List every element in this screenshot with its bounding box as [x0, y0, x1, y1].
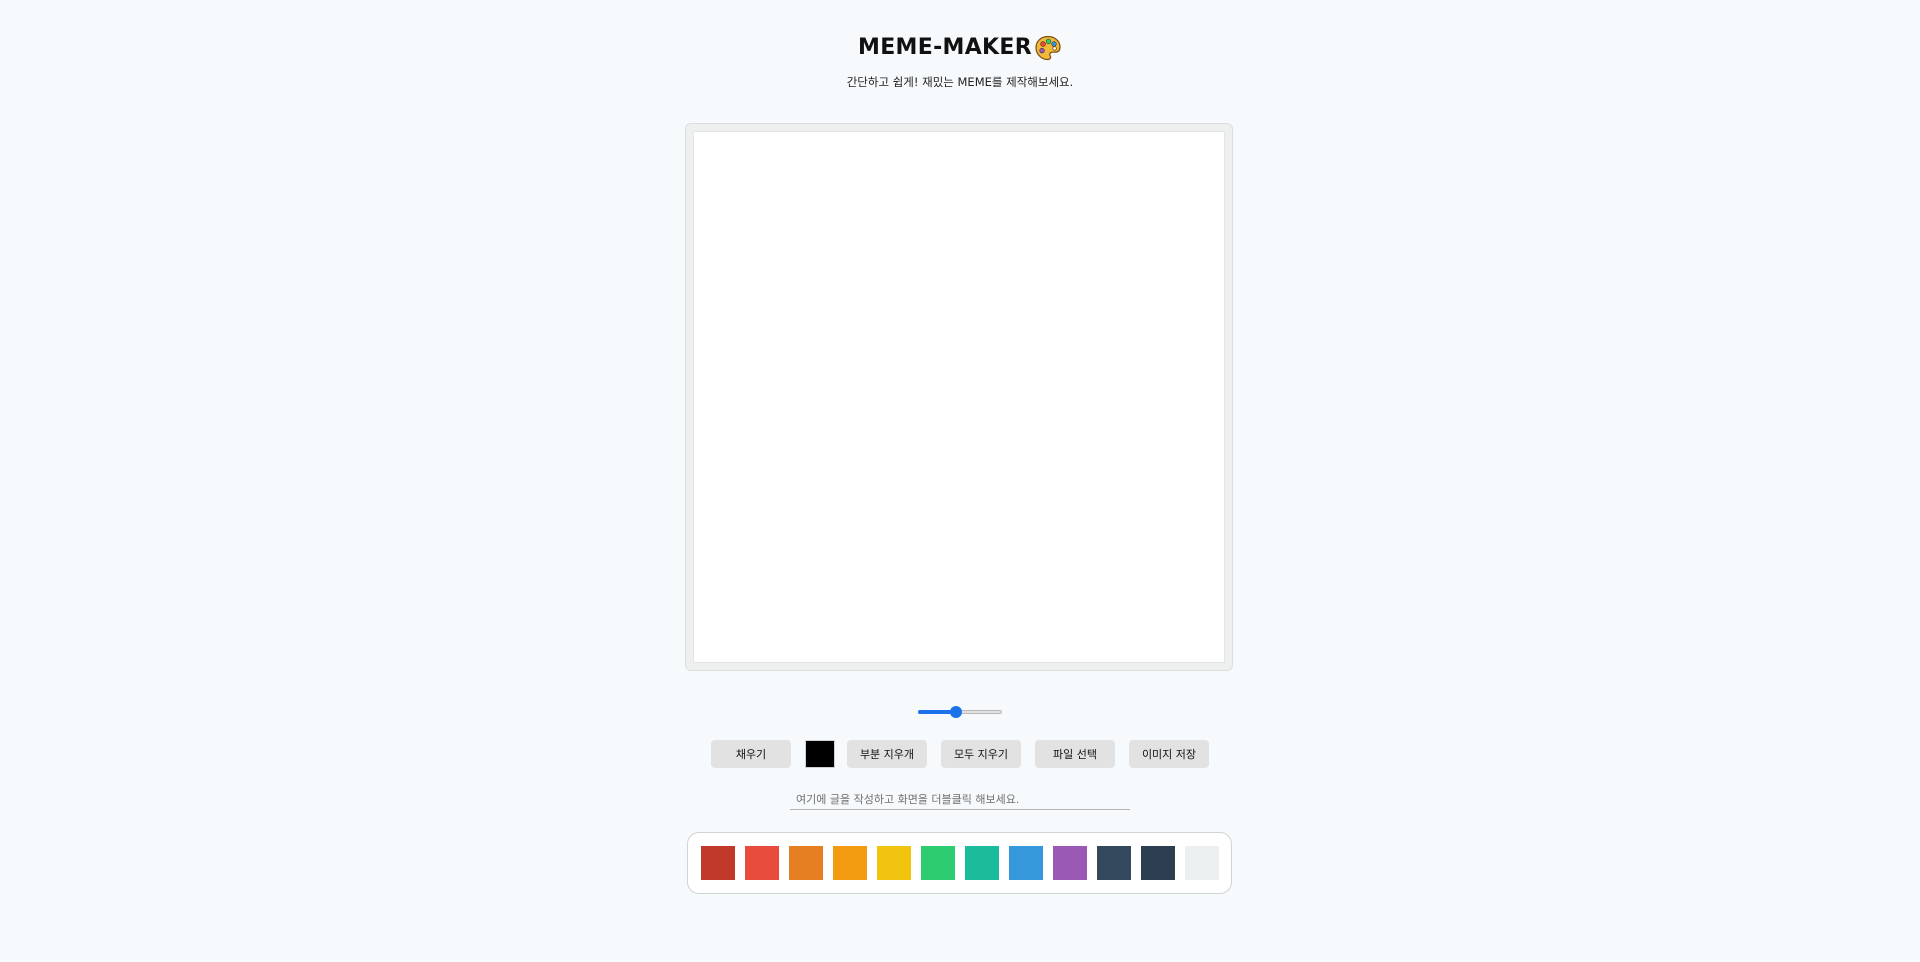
color-swatch[interactable]: [1185, 846, 1219, 880]
toolbar: 채우기 부분 지우개 모두 지우기 파일 선택 이미지 저장: [0, 740, 1920, 768]
fill-button[interactable]: 채우기: [711, 740, 791, 768]
color-swatch[interactable]: [1141, 846, 1175, 880]
canvas-frame: [685, 123, 1233, 671]
file-select-button[interactable]: 파일 선택: [1035, 740, 1115, 768]
artist-palette-icon: [1034, 34, 1062, 62]
color-swatch[interactable]: [965, 846, 999, 880]
eraser-button[interactable]: 부분 지우개: [847, 740, 927, 768]
color-palette: [687, 832, 1232, 894]
color-swatch[interactable]: [701, 846, 735, 880]
color-swatch[interactable]: [877, 846, 911, 880]
page-title: MEME-MAKER: [858, 35, 1032, 60]
color-swatch[interactable]: [1009, 846, 1043, 880]
meme-text-input[interactable]: [790, 790, 1130, 810]
color-swatch[interactable]: [833, 846, 867, 880]
color-swatch[interactable]: [789, 846, 823, 880]
color-swatch[interactable]: [921, 846, 955, 880]
color-swatch[interactable]: [745, 846, 779, 880]
line-width-slider[interactable]: [918, 705, 1002, 719]
drawing-canvas[interactable]: [693, 131, 1225, 663]
color-swatch[interactable]: [1053, 846, 1087, 880]
clear-all-button[interactable]: 모두 지우기: [941, 740, 1021, 768]
color-picker[interactable]: [805, 740, 835, 768]
save-image-button[interactable]: 이미지 저장: [1129, 740, 1209, 768]
color-swatch[interactable]: [1097, 846, 1131, 880]
page-subtitle: 간단하고 쉽게! 재밌는 MEME를 제작해보세요.: [846, 75, 1074, 89]
header: MEME-MAKER 간단하고 쉽게! 재밌는 MEME를 제작해보세요.: [0, 34, 1920, 90]
title-row: MEME-MAKER: [0, 34, 1920, 62]
slider-thumb[interactable]: [950, 706, 962, 718]
